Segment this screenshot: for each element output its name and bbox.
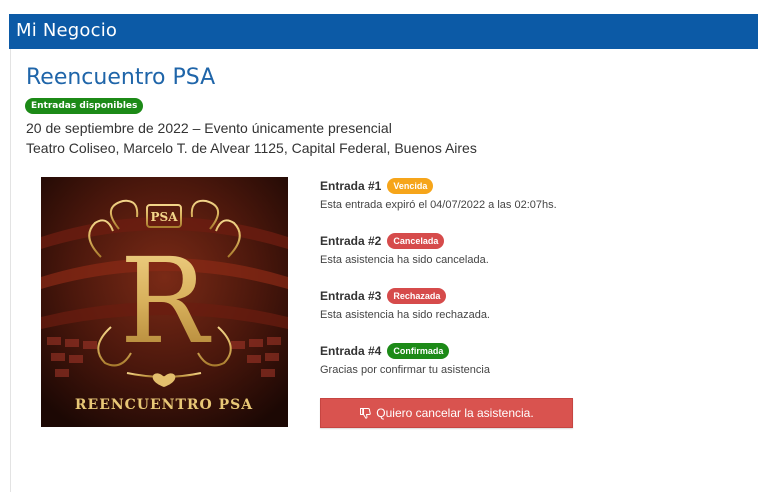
thumbs-down-icon — [360, 408, 372, 419]
status-badge-cancelled: Cancelada — [387, 233, 445, 249]
status-badge-expired: Vencida — [387, 178, 434, 194]
ticket-description: Esta asistencia ha sido rechazada. — [320, 309, 490, 321]
status-badge-confirmed: Confirmada — [387, 343, 450, 359]
event-poster: PSA R REENCUENTRO PSA — [41, 177, 288, 427]
ticket-description: Esta entrada expiró el 04/07/2022 a las … — [320, 199, 557, 211]
ticket-label: Entrada #1 — [320, 179, 382, 193]
ticket-item-4: Entrada #4 Confirmada Gracias por confir… — [320, 341, 620, 377]
ticket-item-2: Entrada #2 Cancelada Esta asistencia ha … — [320, 231, 620, 267]
poster-caption: REENCUENTRO PSA — [75, 397, 253, 413]
event-date: 20 de septiembre de 2022 – Evento únicam… — [26, 120, 392, 136]
availability-badge: Entradas disponibles — [25, 98, 144, 114]
ticket-description: Gracias por confirmar tu asistencia — [320, 364, 490, 376]
poster-logo-text: PSA — [151, 210, 179, 224]
status-badge-rejected: Rechazada — [387, 288, 447, 304]
app-header: Mi Negocio — [9, 14, 758, 49]
ticket-label: Entrada #2 — [320, 234, 382, 248]
ticket-item-1: Entrada #1 Vencida Esta entrada expiró e… — [320, 176, 620, 212]
content-border — [10, 49, 11, 492]
cancel-attendance-button[interactable]: Quiero cancelar la asistencia. — [320, 398, 573, 428]
app-title: Mi Negocio — [16, 20, 118, 41]
ticket-description: Esta asistencia ha sido cancelada. — [320, 254, 489, 266]
cancel-button-label: Quiero cancelar la asistencia. — [376, 406, 534, 420]
ticket-item-3: Entrada #3 Rechazada Esta asistencia ha … — [320, 286, 620, 322]
event-title: Reencuentro PSA — [26, 65, 216, 90]
poster-letter: R — [120, 232, 212, 370]
ticket-label: Entrada #3 — [320, 289, 382, 303]
event-venue: Teatro Coliseo, Marcelo T. de Alvear 112… — [26, 140, 477, 156]
ticket-label: Entrada #4 — [320, 344, 382, 358]
